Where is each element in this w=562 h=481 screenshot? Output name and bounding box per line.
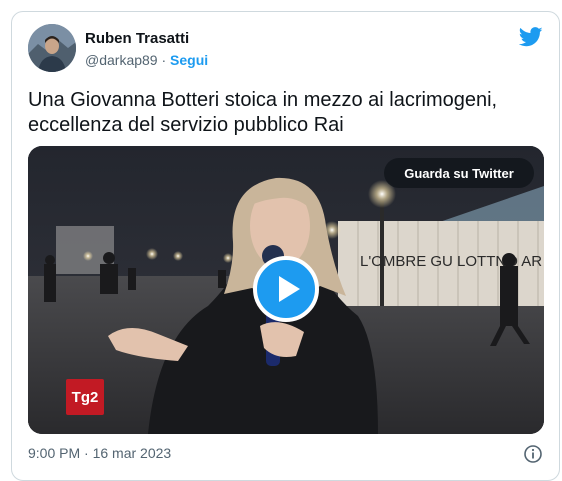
tweet-timestamp[interactable]: 9:00 PM · 16 mar 2023 — [28, 445, 171, 461]
follow-link[interactable]: Segui — [170, 52, 208, 68]
tweet-text: Una Giovanna Botteri stoica in mezzo ai … — [28, 88, 538, 138]
video-player[interactable]: L'OMBRE GU LOTTNO AR Guarda su Twitter T… — [28, 146, 544, 434]
avatar[interactable] — [28, 24, 76, 72]
tweet-embed-card: Ruben Trasatti @darkap89 · Segui Una Gio… — [11, 11, 560, 481]
avatar-photo — [28, 24, 76, 72]
twitter-bird-icon[interactable] — [519, 26, 543, 48]
tg2-logo: Tg2 — [66, 379, 104, 415]
play-icon — [279, 276, 300, 302]
author-handle-row: @darkap89 · Segui — [85, 52, 208, 68]
tweet-text-line-2: eccellenza del servizio pubblico Rai — [28, 114, 344, 136]
author-name[interactable]: Ruben Trasatti — [85, 30, 189, 47]
watch-on-twitter-button[interactable]: Guarda su Twitter — [384, 158, 534, 188]
separator: · — [161, 52, 167, 68]
info-icon[interactable] — [523, 444, 543, 464]
play-button[interactable] — [253, 256, 319, 322]
author-handle[interactable]: @darkap89 — [85, 52, 158, 68]
tweet-text-line-1: Una Giovanna Botteri stoica in mezzo ai … — [28, 89, 498, 111]
